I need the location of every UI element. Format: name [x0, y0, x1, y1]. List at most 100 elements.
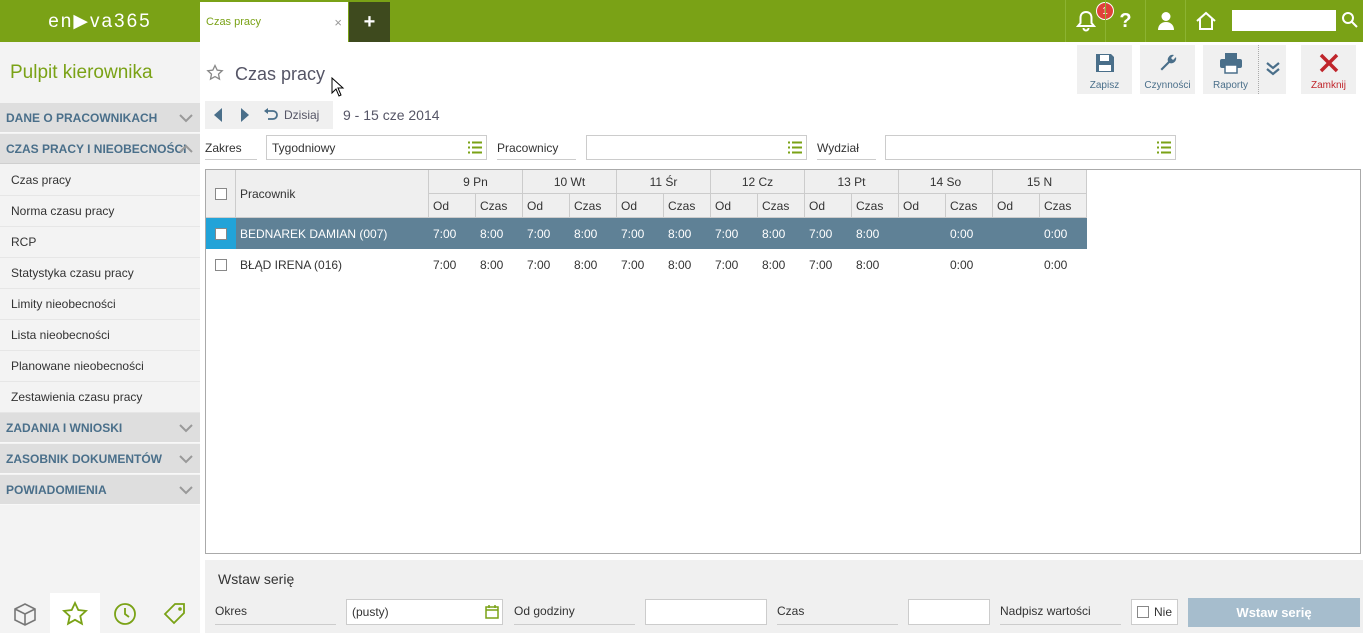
- czas-header[interactable]: Czas: [852, 194, 899, 218]
- czas-header[interactable]: Czas: [664, 194, 711, 218]
- employee-name-cell[interactable]: BEDNAREK DAMIAN (007): [240, 218, 429, 249]
- star-icon[interactable]: [50, 593, 100, 635]
- od-cell[interactable]: [997, 249, 1040, 280]
- tab-close-icon[interactable]: ×: [334, 15, 342, 30]
- question-icon: ?: [1119, 9, 1132, 32]
- calendar-icon[interactable]: [485, 605, 499, 619]
- czas-cell[interactable]: 8:00: [574, 218, 617, 249]
- insert-series-button[interactable]: Wstaw serię: [1188, 598, 1360, 627]
- add-tab-button[interactable]: +: [349, 2, 390, 42]
- save-button[interactable]: Zapisz: [1077, 45, 1132, 94]
- more-dropdown-button[interactable]: [1258, 45, 1286, 94]
- sidebar-section-dane-o-pracownikach[interactable]: DANE O PRACOWNIKACH: [0, 103, 200, 133]
- od-cell[interactable]: 7:00: [809, 249, 852, 280]
- od-cell[interactable]: 7:00: [715, 218, 758, 249]
- employee-column-header[interactable]: Pracownik: [236, 170, 429, 218]
- zakres-select[interactable]: Tygodniowy: [266, 135, 487, 160]
- table-row[interactable]: BŁĄD IRENA (016) 7:00 8:00 7:00 8:00 7:00 8:00…: [206, 249, 1087, 280]
- close-button[interactable]: Zamknij: [1301, 45, 1356, 94]
- od-header[interactable]: Od: [617, 194, 664, 218]
- od-cell[interactable]: [997, 218, 1040, 249]
- od-cell[interactable]: 7:00: [527, 249, 570, 280]
- sidebar-item-norma-czasu-pracy[interactable]: Norma czasu pracy: [0, 196, 200, 227]
- sidebar-section-czas-pracy[interactable]: CZAS PRACY I NIEOBECNOŚCI: [0, 134, 200, 164]
- sidebar-item-limity[interactable]: Limity nieobecności: [0, 289, 200, 320]
- czas-cell[interactable]: 8:00: [762, 218, 805, 249]
- tag-icon[interactable]: [150, 593, 200, 635]
- row-checkbox[interactable]: [215, 227, 227, 240]
- od-cell[interactable]: 7:00: [715, 249, 758, 280]
- help-button[interactable]: ?: [1105, 0, 1145, 42]
- sidebar-section-zadania[interactable]: ZADANIA I WNIOSKI: [0, 413, 200, 443]
- czas-header[interactable]: Czas: [758, 194, 805, 218]
- sidebar-item-planowane[interactable]: Planowane nieobecności: [0, 351, 200, 382]
- sidebar-section-zasobnik[interactable]: ZASOBNIK DOKUMENTÓW: [0, 444, 200, 474]
- box-icon[interactable]: [0, 593, 50, 635]
- list-icon[interactable]: [1157, 141, 1171, 154]
- czas-cell[interactable]: 8:00: [480, 218, 523, 249]
- select-all-checkbox[interactable]: [214, 187, 227, 200]
- sidebar-item-czas-pracy[interactable]: Czas pracy: [0, 165, 200, 196]
- employee-name-cell[interactable]: BŁĄD IRENA (016): [240, 249, 429, 280]
- od-cell[interactable]: 7:00: [433, 218, 476, 249]
- sidebar-section-powiadomienia[interactable]: POWIADOMIENIA: [0, 475, 200, 505]
- czas-cell[interactable]: 8:00: [668, 249, 711, 280]
- czas-cell[interactable]: 8:00: [856, 218, 899, 249]
- next-week-icon[interactable]: [239, 107, 251, 126]
- table-row[interactable]: BEDNAREK DAMIAN (007) 7:00 8:00 7:00 8:00 7:0…: [206, 218, 1087, 249]
- prev-week-icon[interactable]: [212, 107, 224, 126]
- nadpisz-toggle[interactable]: Nie: [1131, 599, 1178, 625]
- tab-czas-pracy[interactable]: Czas pracy ×: [200, 0, 348, 42]
- od-cell[interactable]: [903, 249, 946, 280]
- search-icon[interactable]: [1341, 11, 1359, 32]
- czas-cell[interactable]: 8:00: [480, 249, 523, 280]
- czas-header[interactable]: Czas: [946, 194, 993, 218]
- czas-header[interactable]: Czas: [570, 194, 617, 218]
- od-header[interactable]: Od: [523, 194, 570, 218]
- sidebar-item-statystyka[interactable]: Statystyka czasu pracy: [0, 258, 200, 289]
- od-header[interactable]: Od: [993, 194, 1040, 218]
- reports-button[interactable]: Raporty: [1203, 45, 1258, 94]
- app-logo[interactable]: en▶va365: [0, 0, 200, 42]
- czas-cell[interactable]: 8:00: [762, 249, 805, 280]
- home-button[interactable]: [1185, 0, 1225, 42]
- od-cell[interactable]: 7:00: [621, 218, 664, 249]
- nadpisz-checkbox[interactable]: [1137, 606, 1149, 618]
- od-cell[interactable]: 7:00: [621, 249, 664, 280]
- czas-header[interactable]: Czas: [476, 194, 523, 218]
- sidebar-item-zestawienia[interactable]: Zestawienia czasu pracy: [0, 382, 200, 413]
- od-godziny-input[interactable]: [645, 599, 767, 625]
- od-cell[interactable]: 7:00: [433, 249, 476, 280]
- od-header[interactable]: Od: [711, 194, 758, 218]
- sidebar-item-lista-nieobecnosci[interactable]: Lista nieobecności: [0, 320, 200, 351]
- czas-input[interactable]: [908, 599, 990, 625]
- clock-icon[interactable]: [100, 593, 150, 635]
- list-icon[interactable]: [788, 141, 802, 154]
- okres-field[interactable]: (pusty): [346, 599, 503, 625]
- od-cell[interactable]: 7:00: [527, 218, 570, 249]
- od-header[interactable]: Od: [429, 194, 476, 218]
- czas-cell[interactable]: 8:00: [668, 218, 711, 249]
- row-checkbox[interactable]: [215, 258, 227, 271]
- actions-button[interactable]: Czynności: [1140, 45, 1195, 94]
- od-header[interactable]: Od: [805, 194, 852, 218]
- od-cell[interactable]: [903, 218, 946, 249]
- czas-cell[interactable]: 0:00: [1044, 218, 1087, 249]
- od-cell[interactable]: 7:00: [809, 218, 852, 249]
- czas-cell[interactable]: 8:00: [574, 249, 617, 280]
- top-search-input[interactable]: [1232, 10, 1336, 31]
- czas-cell[interactable]: 8:00: [856, 249, 899, 280]
- today-button[interactable]: Dzisiaj: [284, 108, 319, 122]
- undo-icon[interactable]: [263, 107, 279, 126]
- czas-cell[interactable]: 0:00: [950, 218, 993, 249]
- czas-cell[interactable]: 0:00: [950, 249, 993, 280]
- czas-cell[interactable]: 0:00: [1044, 249, 1087, 280]
- wydzial-select[interactable]: [885, 135, 1176, 160]
- pracownicy-select[interactable]: [586, 135, 807, 160]
- czas-header[interactable]: Czas: [1040, 194, 1087, 218]
- user-button[interactable]: [1145, 0, 1185, 42]
- od-header[interactable]: Od: [899, 194, 946, 218]
- list-icon[interactable]: [468, 141, 482, 154]
- sidebar-item-rcp[interactable]: RCP: [0, 227, 200, 258]
- favorite-star-icon[interactable]: [206, 63, 224, 85]
